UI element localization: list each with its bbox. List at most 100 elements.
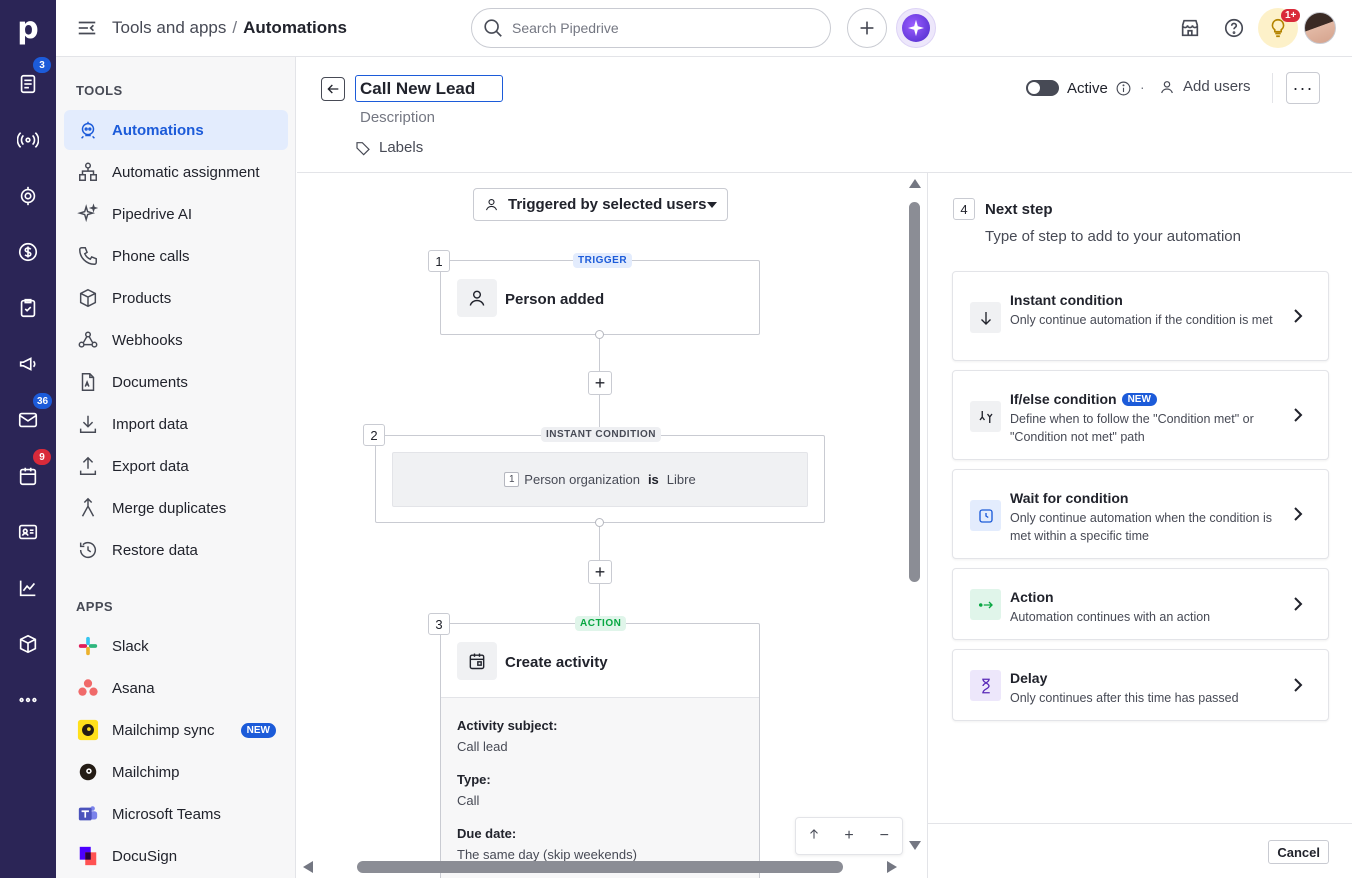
option-desc: Define when to follow the "Condition met… [1010, 412, 1254, 444]
sidebar-item-webhooks[interactable]: Webhooks [64, 320, 288, 360]
user-avatar[interactable] [1304, 12, 1336, 44]
marketplace-store-icon[interactable] [1170, 8, 1210, 48]
cancel-button[interactable]: Cancel [1268, 840, 1329, 864]
zoom-in-button[interactable]: + [837, 827, 861, 845]
trigger-tag: TRIGGER [573, 253, 633, 268]
vertical-scrollbar[interactable] [909, 202, 920, 582]
trigger-user-select[interactable]: Triggered by selected users [473, 188, 728, 221]
assignment-icon [76, 160, 100, 184]
add-step-button[interactable]: + [588, 560, 612, 584]
step-condition-node[interactable]: 1 Person organization is Libre [375, 435, 825, 523]
horizontal-scrollbar[interactable] [357, 861, 843, 873]
step-trigger-node[interactable]: Person added [440, 260, 760, 335]
sidebar-item-automations[interactable]: Automations [64, 110, 288, 150]
insights-chart-icon[interactable] [14, 574, 42, 602]
products-box-icon[interactable] [14, 630, 42, 658]
option-wait-for-condition[interactable]: Wait for condition Only continue automat… [952, 469, 1329, 559]
option-instant-condition[interactable]: Instant condition Only continue automati… [952, 271, 1329, 361]
sidebar-item-import-data[interactable]: Import data [64, 404, 288, 444]
active-toggle[interactable] [1026, 80, 1059, 96]
new-badge: NEW [240, 722, 276, 738]
sidebar-item-mailchimp-sync[interactable]: Mailchimp sync NEW [64, 710, 288, 750]
fit-to-top-icon[interactable] [802, 827, 826, 846]
tasks-clipboard-icon[interactable] [14, 294, 42, 322]
quick-add-button[interactable] [847, 8, 887, 48]
search-box[interactable] [471, 8, 831, 48]
sidebar-item-label: Products [112, 289, 172, 307]
mail-badge: 36 [33, 393, 53, 409]
target-icon[interactable] [14, 182, 42, 210]
dollar-icon[interactable] [14, 238, 42, 266]
sidebar-item-pipedrive-ai[interactable]: Pipedrive AI [64, 194, 288, 234]
sidebar-item-slack[interactable]: Slack [64, 626, 288, 666]
search-input[interactable] [512, 20, 812, 36]
condition-rule[interactable]: 1 Person organization is Libre [392, 452, 808, 507]
sidebar-item-merge-duplicates[interactable]: Merge duplicates [64, 488, 288, 528]
sidebar-item-automatic-assignment[interactable]: Automatic assignment [64, 152, 288, 192]
scroll-up-arrow[interactable] [909, 179, 921, 188]
radio-signal-icon[interactable] [14, 126, 42, 154]
contacts-card-icon[interactable] [14, 518, 42, 546]
mail-icon[interactable] [14, 406, 42, 434]
merge-icon [76, 496, 100, 520]
condition-tag: INSTANT CONDITION [541, 427, 661, 442]
step-action-node[interactable]: Create activity Activity subject: Call l… [440, 623, 760, 878]
apps-heading: APPS [76, 599, 114, 614]
sidebar-item-restore-data[interactable]: Restore data [64, 530, 288, 570]
option-title: Action [1010, 589, 1054, 605]
help-question-icon[interactable] [1214, 8, 1254, 48]
header-divider [1272, 73, 1273, 103]
sidebar-item-products[interactable]: Products [64, 278, 288, 318]
option-delay[interactable]: Delay Only continues after this time has… [952, 649, 1329, 721]
calendar-icon[interactable] [14, 462, 42, 490]
more-options-button[interactable]: ··· [1286, 72, 1320, 104]
option-title-text: If/else condition [1010, 391, 1117, 407]
plus-icon [860, 21, 874, 35]
info-icon[interactable] [1115, 80, 1132, 97]
option-title: Delay [1010, 670, 1048, 686]
sidebar-item-mailchimp[interactable]: Mailchimp [64, 752, 288, 792]
automation-robot-icon [76, 118, 100, 142]
ai-assistant-button[interactable] [896, 8, 936, 48]
sidebar-item-label: Automations [112, 121, 204, 139]
option-if-else-condition[interactable]: If/else condition NEW Define when to foll… [952, 370, 1329, 460]
more-dots-icon[interactable] [14, 686, 42, 714]
scroll-right-arrow[interactable] [887, 861, 897, 873]
back-button[interactable] [321, 77, 345, 101]
pipedrive-logo[interactable]: p [0, 0, 56, 56]
field-value: The same day (skip weekends) [457, 847, 637, 862]
megaphone-icon[interactable] [14, 350, 42, 378]
action-title: Create activity [505, 654, 608, 671]
leads-inbox-icon[interactable] [14, 70, 42, 98]
breadcrumb-tools-and-apps[interactable]: Tools and apps [112, 18, 226, 37]
scroll-down-arrow[interactable] [909, 841, 921, 850]
description-field[interactable]: Description [360, 109, 435, 126]
option-action[interactable]: Action Automation continues with an acti… [952, 568, 1329, 640]
field-value: Call lead [457, 739, 508, 754]
leads-badge: 3 [33, 57, 51, 73]
sidebar-item-phone-calls[interactable]: Phone calls [64, 236, 288, 276]
condition-index: 1 [504, 472, 520, 487]
breadcrumb-current: Automations [243, 18, 347, 37]
add-users-button[interactable]: Add users [1159, 78, 1251, 95]
next-step-subtitle: Type of step to add to your automation [985, 228, 1241, 245]
slack-icon [76, 634, 100, 658]
collapse-menu-icon[interactable] [76, 17, 100, 39]
phone-icon [76, 244, 100, 268]
arrow-down-icon [970, 302, 1001, 333]
add-step-button[interactable]: + [588, 371, 612, 395]
scroll-left-arrow[interactable] [303, 861, 313, 873]
sidebar-item-asana[interactable]: Asana [64, 668, 288, 708]
automation-name-input[interactable] [355, 75, 503, 102]
sidebar-item-microsoft-teams[interactable]: Microsoft Teams [64, 794, 288, 834]
sidebar-item-label: Phone calls [112, 247, 190, 265]
flow-canvas[interactable]: Triggered by selected users Person added… [297, 172, 927, 878]
sidebar-item-label: Export data [112, 457, 189, 475]
sidebar-item-label: Mailchimp [112, 763, 180, 781]
sidebar-item-export-data[interactable]: Export data [64, 446, 288, 486]
sidebar-item-documents[interactable]: Documents [64, 362, 288, 402]
zoom-out-button[interactable]: − [872, 827, 896, 845]
sidebar-item-docusign[interactable]: DocuSign [64, 836, 288, 876]
labels-button[interactable]: Labels [355, 139, 423, 156]
field-value: Call [457, 793, 480, 808]
